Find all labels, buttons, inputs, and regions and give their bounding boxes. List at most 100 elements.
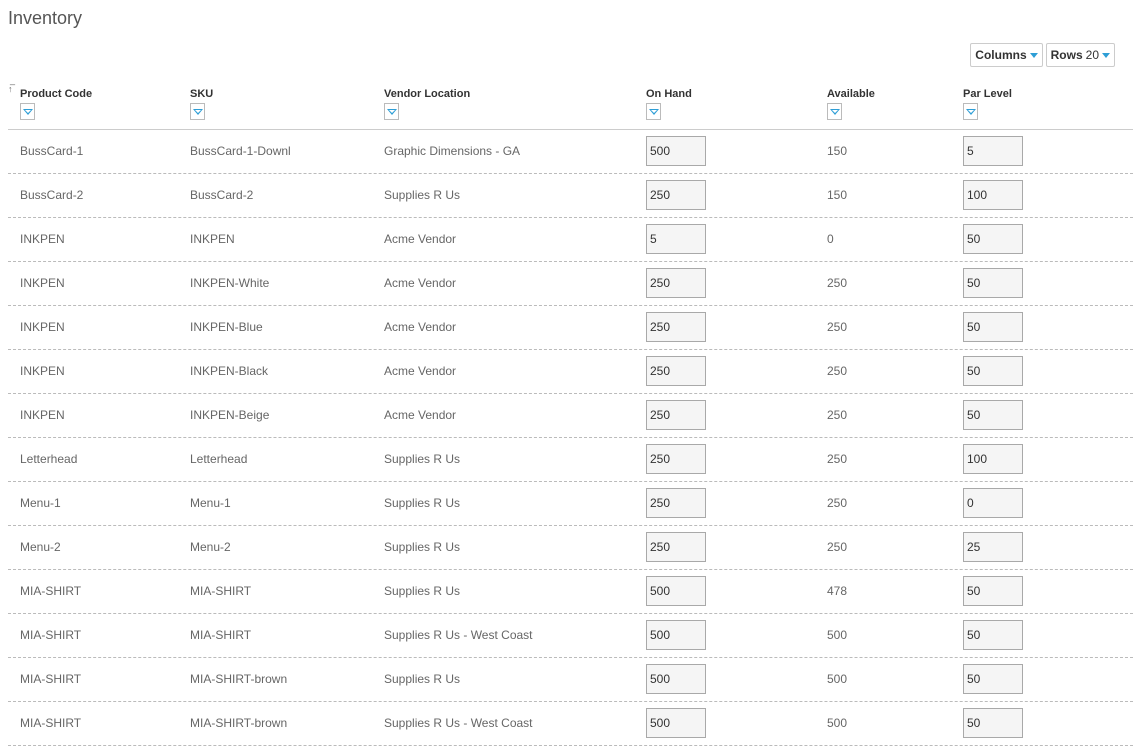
sku-cell: Letterhead [190, 452, 248, 466]
filter-icon[interactable] [190, 103, 205, 120]
table-body: BussCard-1 BussCard-1-Downl Graphic Dime… [8, 130, 1133, 746]
on-hand-input[interactable] [646, 180, 706, 210]
on-hand-input[interactable] [646, 136, 706, 166]
sku-cell: INKPEN [190, 232, 235, 246]
par-level-input[interactable] [963, 312, 1023, 342]
vendor-location-cell: Supplies R Us [384, 496, 461, 510]
vendor-location-cell: Graphic Dimensions - GA [384, 144, 521, 158]
par-level-input[interactable] [963, 488, 1023, 518]
available-cell: 250 [827, 276, 848, 290]
product-code-cell: INKPEN [20, 320, 65, 334]
vendor-location-cell: Acme Vendor [384, 232, 457, 246]
par-level-input[interactable] [963, 268, 1023, 298]
table-row: INKPEN INKPEN-Black Acme Vendor 250 [8, 350, 1133, 394]
product-code-cell: INKPEN [20, 364, 65, 378]
par-level-input[interactable] [963, 708, 1023, 738]
available-cell: 250 [827, 408, 848, 422]
available-cell: 250 [827, 364, 848, 378]
sku-cell: INKPEN-White [190, 276, 270, 290]
sku-cell: BussCard-1-Downl [190, 144, 291, 158]
table-row: Letterhead Letterhead Supplies R Us 250 [8, 438, 1133, 482]
sku-cell: MIA-SHIRT [190, 584, 252, 598]
available-cell: 478 [827, 584, 848, 598]
par-level-input[interactable] [963, 400, 1023, 430]
available-cell: 500 [827, 672, 848, 686]
vendor-location-cell: Acme Vendor [384, 320, 457, 334]
column-header-available[interactable]: Available [827, 88, 875, 100]
table-row: BussCard-2 BussCard-2 Supplies R Us 150 [8, 174, 1133, 218]
sku-cell: Menu-1 [190, 496, 231, 510]
rows-per-page-button[interactable]: Rows 20 [1045, 43, 1115, 67]
par-level-input[interactable] [963, 224, 1023, 254]
table-row: Menu-1 Menu-1 Supplies R Us 250 [8, 482, 1133, 526]
product-code-cell: INKPEN [20, 232, 65, 246]
column-header-vendor-location[interactable]: Vendor Location [384, 88, 470, 100]
column-header-product-code[interactable]: Product Code [20, 88, 92, 100]
vendor-location-cell: Supplies R Us [384, 584, 461, 598]
product-code-cell: INKPEN [20, 408, 65, 422]
filter-icon[interactable] [963, 103, 978, 120]
rows-label: Rows [1050, 48, 1083, 62]
on-hand-input[interactable] [646, 268, 706, 298]
par-level-input[interactable] [963, 444, 1023, 474]
table-row: INKPEN INKPEN-Blue Acme Vendor 250 [8, 306, 1133, 350]
column-header-par-level[interactable]: Par Level [963, 88, 1012, 100]
columns-label: Columns [975, 48, 1027, 62]
par-level-input[interactable] [963, 532, 1023, 562]
columns-button[interactable]: Columns [970, 43, 1043, 67]
available-cell: 500 [827, 628, 848, 642]
vendor-location-cell: Acme Vendor [384, 408, 457, 422]
product-code-cell: BussCard-2 [20, 188, 84, 202]
table-row: MIA-SHIRT MIA-SHIRT Supplies R Us 478 [8, 570, 1133, 614]
par-level-input[interactable] [963, 620, 1023, 650]
table-row: MIA-SHIRT MIA-SHIRT-brown Supplies R Us … [8, 702, 1133, 746]
on-hand-input[interactable] [646, 356, 706, 386]
on-hand-input[interactable] [646, 532, 706, 562]
column-header-sku[interactable]: SKU [190, 88, 213, 100]
product-code-cell: BussCard-1 [20, 144, 84, 158]
table-row: INKPEN INKPEN-Beige Acme Vendor 250 [8, 394, 1133, 438]
par-level-input[interactable] [963, 136, 1023, 166]
sku-cell: MIA-SHIRT-brown [190, 716, 288, 730]
chevron-down-icon [1029, 53, 1038, 58]
on-hand-input[interactable] [646, 620, 706, 650]
filter-icon[interactable] [20, 103, 35, 120]
vendor-location-cell: Supplies R Us [384, 672, 461, 686]
vendor-location-cell: Acme Vendor [384, 276, 457, 290]
column-header-on-hand[interactable]: On Hand [646, 88, 692, 100]
on-hand-input[interactable] [646, 576, 706, 606]
par-level-input[interactable] [963, 356, 1023, 386]
on-hand-input[interactable] [646, 664, 706, 694]
sku-cell: MIA-SHIRT [190, 628, 252, 642]
table-header: Product Code SKU Vendor Location On Hand… [8, 84, 1133, 130]
filter-icon[interactable] [827, 103, 842, 120]
on-hand-input[interactable] [646, 224, 706, 254]
on-hand-input[interactable] [646, 708, 706, 738]
product-code-cell: Menu-1 [20, 496, 61, 510]
filter-icon[interactable] [646, 103, 661, 120]
table-row: MIA-SHIRT MIA-SHIRT-brown Supplies R Us … [8, 658, 1133, 702]
available-cell: 250 [827, 496, 848, 510]
available-cell: 250 [827, 540, 848, 554]
filter-icon[interactable] [384, 103, 399, 120]
on-hand-input[interactable] [646, 488, 706, 518]
available-cell: 250 [827, 320, 848, 334]
product-code-cell: MIA-SHIRT [20, 584, 82, 598]
par-level-input[interactable] [963, 576, 1023, 606]
product-code-cell: Letterhead [20, 452, 78, 466]
par-level-input[interactable] [963, 180, 1023, 210]
page-title: Inventory [8, 8, 83, 28]
table-row: INKPEN INKPEN Acme Vendor 0 [8, 218, 1133, 262]
par-level-input[interactable] [963, 664, 1023, 694]
table-row: MIA-SHIRT MIA-SHIRT Supplies R Us - West… [8, 614, 1133, 658]
sku-cell: INKPEN-Beige [190, 408, 270, 422]
on-hand-input[interactable] [646, 312, 706, 342]
product-code-cell: MIA-SHIRT [20, 672, 82, 686]
table-row: INKPEN INKPEN-White Acme Vendor 250 [8, 262, 1133, 306]
product-code-cell: INKPEN [20, 276, 65, 290]
on-hand-input[interactable] [646, 444, 706, 474]
sku-cell: MIA-SHIRT-brown [190, 672, 288, 686]
on-hand-input[interactable] [646, 400, 706, 430]
product-code-cell: Menu-2 [20, 540, 61, 554]
vendor-location-cell: Supplies R Us - West Coast [384, 716, 533, 730]
